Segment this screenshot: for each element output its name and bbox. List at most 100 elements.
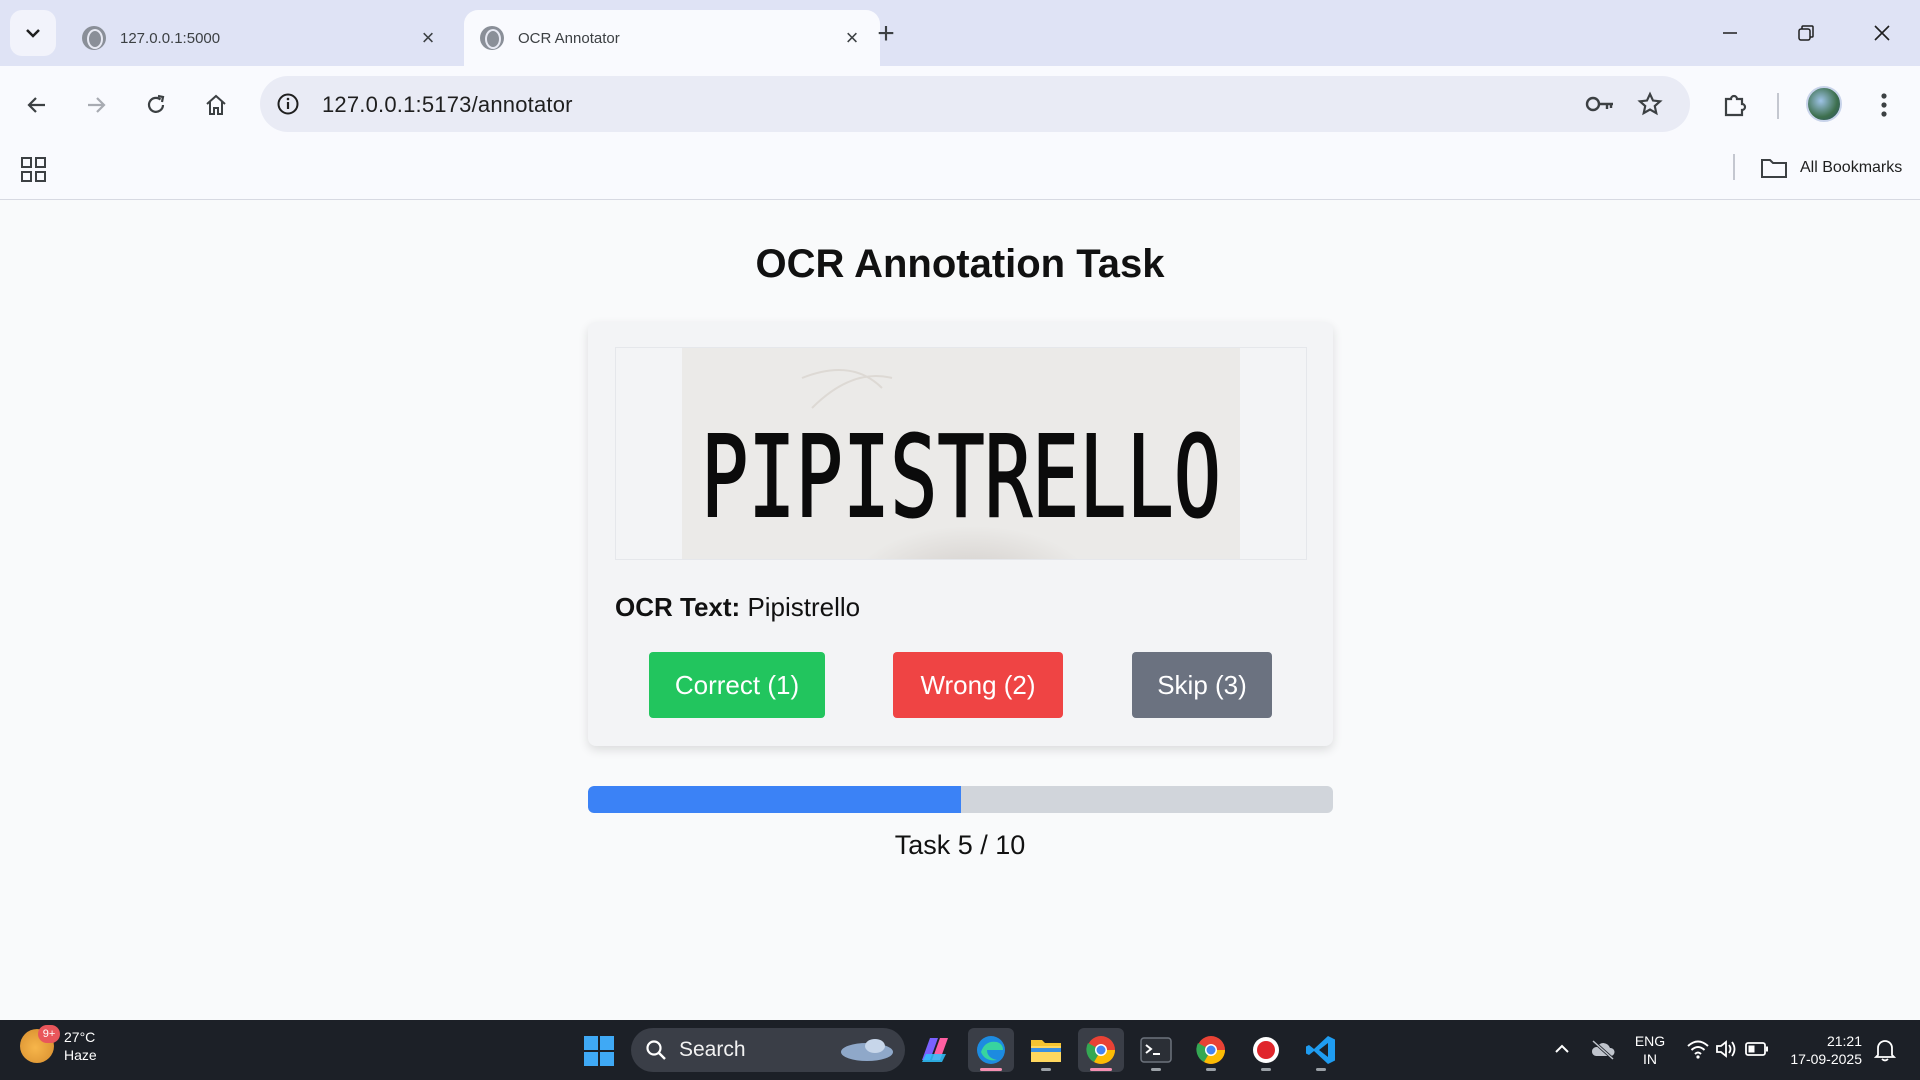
correct-button[interactable]: Correct (1) [649, 652, 825, 718]
reload-icon [147, 94, 165, 113]
clock-time: 21:21 [1826, 1033, 1862, 1049]
language-line: ENG [1634, 1033, 1666, 1049]
toolbar-divider [1777, 93, 1779, 119]
running-indicator [1041, 1068, 1051, 1071]
restore-icon [1798, 25, 1814, 41]
volume-icon[interactable] [1715, 1038, 1737, 1065]
bookmark-star-icon[interactable] [1634, 88, 1666, 120]
battery-icon[interactable] [1745, 1040, 1769, 1063]
weather-haze-icon: 9+ [20, 1025, 60, 1063]
language-indicator[interactable]: ENG IN [1630, 1032, 1670, 1068]
globe-icon [82, 26, 106, 50]
progress-bar [588, 786, 1333, 813]
home-button[interactable] [194, 83, 238, 127]
tab-close-icon[interactable]: × [840, 26, 864, 50]
windows-start-icon[interactable] [583, 1035, 615, 1067]
taskbar-app-m365[interactable] [912, 1028, 958, 1072]
arrow-right-icon [88, 97, 106, 113]
running-indicator [1261, 1068, 1271, 1071]
edge-icon [977, 1036, 1005, 1064]
extensions-button[interactable] [1713, 83, 1757, 127]
taskbar-app-file-explorer[interactable] [1023, 1028, 1069, 1072]
record-icon [1253, 1037, 1279, 1063]
search-highlight-icon [841, 1039, 893, 1061]
chrome-icon [1086, 1036, 1115, 1064]
tab-ocr-annotator[interactable]: OCR Annotator × [464, 10, 880, 66]
ocr-image-word: PIPISTRELLO [701, 413, 1221, 543]
taskbar-search[interactable]: Search [631, 1028, 905, 1072]
forward-button[interactable] [74, 83, 118, 127]
clock[interactable]: 21:21 17-09-2025 [1782, 1032, 1862, 1068]
minimize-icon [1723, 32, 1737, 34]
site-info-icon[interactable] [274, 90, 302, 118]
terminal-icon [1140, 1037, 1172, 1063]
key-icon[interactable] [1584, 88, 1616, 120]
chrome-icon [1196, 1036, 1225, 1064]
ocr-text-line: OCR Text: Pipistrello [615, 592, 860, 623]
onedrive-offline-icon[interactable] [1590, 1038, 1616, 1065]
taskbar-app-terminal[interactable] [1133, 1028, 1179, 1072]
page-title: OCR Annotation Task [755, 242, 1165, 286]
address-bar[interactable]: 127.0.0.1:5173/annotator [260, 76, 1690, 132]
tab-search-button[interactable] [10, 10, 56, 56]
notification-badge: 9+ [38, 1025, 60, 1043]
vscode-icon [1306, 1036, 1335, 1064]
browser-toolbar: 127.0.0.1:5173/annotator [0, 66, 1920, 144]
region-line: IN [1643, 1051, 1657, 1067]
reload-button[interactable] [134, 83, 178, 127]
new-tab-button[interactable]: + [866, 14, 906, 54]
weather-widget[interactable]: 9+ 27°C Haze [20, 1025, 97, 1064]
folder-icon [1031, 1040, 1061, 1062]
wifi-icon[interactable] [1686, 1038, 1710, 1065]
taskbar-app-vscode[interactable] [1298, 1028, 1344, 1072]
close-window-button[interactable] [1854, 10, 1910, 56]
ocr-image-frame: PIPISTRELLO [615, 347, 1307, 560]
tab-close-icon[interactable]: × [416, 26, 440, 50]
kebab-menu-icon [1881, 93, 1887, 117]
ocr-image: PIPISTRELLO [682, 348, 1240, 559]
active-indicator [980, 1068, 1002, 1071]
taskbar-app-chrome[interactable] [1078, 1028, 1124, 1072]
url-text[interactable]: 127.0.0.1:5173/annotator [322, 92, 573, 118]
taskbar-app-recorder[interactable] [1243, 1028, 1289, 1072]
globe-icon [480, 26, 504, 50]
chevron-up-icon[interactable] [1553, 1040, 1571, 1063]
chevron-down-icon [26, 29, 40, 38]
page-content: OCR Annotation Task PIPISTRELLO OCR Text… [0, 200, 1920, 1020]
search-label: Search [679, 1038, 746, 1061]
back-button[interactable] [15, 83, 59, 127]
taskbar: 9+ 27°C Haze Search ENG IN 21:21 17-09-2… [0, 1020, 1920, 1080]
task-counter: Task 5 / 10 [894, 830, 1026, 860]
ocr-text-label: OCR Text: [615, 592, 741, 622]
search-icon [646, 1040, 666, 1060]
tab-title: OCR Annotator [518, 29, 620, 47]
active-indicator [1090, 1068, 1112, 1071]
weather-temp: 27°C [64, 1029, 96, 1045]
tab-localhost-5000[interactable]: 127.0.0.1:5000 × [66, 10, 456, 66]
taskbar-app-edge[interactable] [968, 1028, 1014, 1072]
bookmarks-bar: All Bookmarks [0, 144, 1920, 200]
skip-button[interactable]: Skip (3) [1132, 652, 1272, 718]
folder-icon [1761, 159, 1787, 178]
m365-icon [922, 1038, 948, 1062]
apps-grid-icon[interactable] [20, 156, 48, 184]
home-icon [206, 94, 226, 115]
restore-button[interactable] [1778, 10, 1834, 56]
notification-bell-icon[interactable] [1873, 1038, 1897, 1067]
arrow-left-icon [27, 97, 45, 113]
weather-condition: Haze [64, 1047, 97, 1063]
clock-date: 17-09-2025 [1790, 1051, 1862, 1067]
tab-strip: 127.0.0.1:5000 × OCR Annotator × + [0, 0, 1920, 66]
puzzle-icon [1724, 94, 1747, 117]
all-bookmarks-button[interactable]: All Bookmarks [1760, 152, 1902, 184]
tab-title: 127.0.0.1:5000 [120, 29, 221, 47]
minimize-button[interactable] [1702, 10, 1758, 56]
progress-fill [588, 786, 961, 813]
menu-button[interactable] [1862, 83, 1906, 127]
ocr-text-value: Pipistrello [747, 592, 861, 622]
running-indicator [1151, 1068, 1161, 1071]
profile-avatar[interactable] [1806, 86, 1842, 122]
taskbar-app-chrome-profile[interactable] [1188, 1028, 1234, 1072]
wrong-button[interactable]: Wrong (2) [893, 652, 1063, 718]
close-icon [1874, 25, 1890, 41]
